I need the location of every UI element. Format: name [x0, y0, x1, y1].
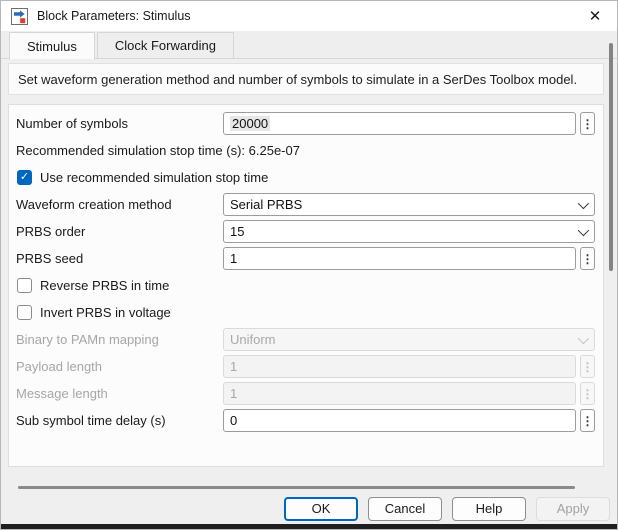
chevron-down-icon [578, 332, 589, 343]
prbs-order-select[interactable]: 15 [223, 220, 595, 243]
tab-label: Clock Forwarding [115, 38, 216, 53]
row-sub-symbol-delay: Sub symbol time delay (s) 0 ⋮ [16, 407, 595, 434]
param-menu-button: ⋮ [580, 355, 595, 378]
field-label: Waveform creation method [16, 197, 223, 212]
row-prbs-order: PRBS order 15 [16, 218, 595, 245]
row-recommended-stop-time: Recommended simulation stop time (s): 6.… [16, 137, 595, 164]
description-box: Set waveform generation method and numbe… [8, 63, 604, 95]
field-value: 1 [230, 251, 237, 266]
recommended-stop-time-text: Recommended simulation stop time (s): 6.… [16, 143, 300, 158]
param-menu-button[interactable]: ⋮ [580, 409, 595, 432]
invert-prbs-checkbox[interactable] [17, 305, 32, 320]
apply-button: Apply [536, 497, 610, 521]
vertical-scrollbar-thumb[interactable] [609, 43, 613, 271]
check-icon: ✓ [20, 172, 29, 183]
message-length-input: 1 [223, 382, 576, 405]
field-label: Number of symbols [16, 116, 223, 131]
row-prbs-seed: PRBS seed 1 ⋮ [16, 245, 595, 272]
chevron-down-icon [578, 224, 589, 235]
field-label: Sub symbol time delay (s) [16, 413, 223, 428]
checkbox-label: Reverse PRBS in time [40, 278, 169, 293]
param-menu-button: ⋮ [580, 382, 595, 405]
simulink-block-icon [11, 8, 28, 25]
field-value: 20000 [230, 116, 270, 131]
horizontal-scrollbar-thumb[interactable] [18, 486, 575, 489]
field-value: 1 [230, 359, 237, 374]
kebab-menu-icon: ⋮ [582, 252, 594, 266]
block-parameters-dialog: Block Parameters: Stimulus ✕ Stimulus Cl… [0, 0, 618, 530]
description-text: Set waveform generation method and numbe… [18, 72, 577, 87]
vertical-scrollbar[interactable] [608, 35, 615, 487]
payload-length-input: 1 [223, 355, 576, 378]
reverse-prbs-checkbox[interactable] [17, 278, 32, 293]
use-recommended-checkbox[interactable]: ✓ [17, 170, 32, 185]
tab-clock-forwarding[interactable]: Clock Forwarding [97, 32, 234, 58]
close-button[interactable]: ✕ [579, 4, 611, 28]
cancel-button[interactable]: Cancel [368, 497, 442, 521]
selected-value: Serial PRBS [230, 197, 302, 212]
button-bar: OK Cancel Help Apply [1, 493, 617, 524]
field-label: PRBS seed [16, 251, 223, 266]
sub-symbol-time-delay-input[interactable]: 0 [223, 409, 576, 432]
close-icon: ✕ [589, 7, 602, 25]
binary-pamn-mapping-select: Uniform [223, 328, 595, 351]
selected-value: 15 [230, 224, 244, 239]
field-label: PRBS order [16, 224, 223, 239]
prbs-seed-input[interactable]: 1 [223, 247, 576, 270]
checkbox-label: Invert PRBS in voltage [40, 305, 171, 320]
ok-button[interactable]: OK [284, 497, 358, 521]
field-label: Binary to PAMn mapping [16, 332, 223, 347]
row-payload-length: Payload length 1 ⋮ [16, 353, 595, 380]
kebab-menu-icon: ⋮ [582, 360, 594, 374]
tab-stimulus[interactable]: Stimulus [9, 32, 95, 59]
help-button[interactable]: Help [452, 497, 526, 521]
number-of-symbols-input[interactable]: 20000 [223, 112, 576, 135]
kebab-menu-icon: ⋮ [582, 117, 594, 131]
parameters-panel: Number of symbols 20000 ⋮ Recommended si… [8, 104, 604, 467]
row-invert-prbs: Invert PRBS in voltage [16, 299, 595, 326]
kebab-menu-icon: ⋮ [582, 387, 594, 401]
row-reverse-prbs: Reverse PRBS in time [16, 272, 595, 299]
kebab-menu-icon: ⋮ [582, 414, 594, 428]
field-label: Message length [16, 386, 223, 401]
checkbox-label: Use recommended simulation stop time [40, 170, 268, 185]
window-title: Block Parameters: Stimulus [37, 9, 191, 23]
chevron-down-icon [578, 197, 589, 208]
param-menu-button[interactable]: ⋮ [580, 112, 595, 135]
tab-bar: Stimulus Clock Forwarding [1, 31, 617, 59]
param-menu-button[interactable]: ⋮ [580, 247, 595, 270]
field-value: 1 [230, 386, 237, 401]
field-label: Payload length [16, 359, 223, 374]
waveform-creation-method-select[interactable]: Serial PRBS [223, 193, 595, 216]
row-use-recommended: ✓ Use recommended simulation stop time [16, 164, 595, 191]
tab-label: Stimulus [27, 39, 77, 54]
row-message-length: Message length 1 ⋮ [16, 380, 595, 407]
row-binary-pamn-mapping: Binary to PAMn mapping Uniform [16, 326, 595, 353]
background-strip [1, 524, 617, 529]
row-number-of-symbols: Number of symbols 20000 ⋮ [16, 110, 595, 137]
selected-value: Uniform [230, 332, 276, 347]
field-value: 0 [230, 413, 237, 428]
row-waveform-method: Waveform creation method Serial PRBS [16, 191, 595, 218]
title-bar: Block Parameters: Stimulus ✕ [1, 1, 617, 31]
